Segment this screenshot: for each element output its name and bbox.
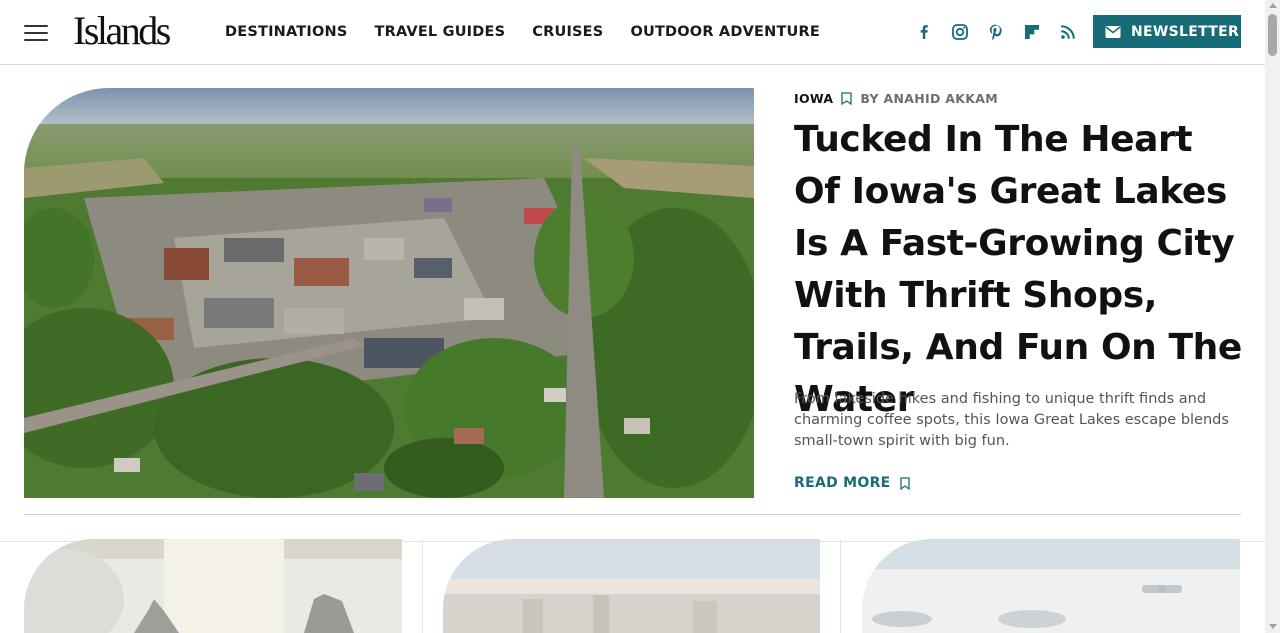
newsletter-button[interactable]: NEWSLETTER	[1093, 15, 1241, 48]
page-scrollbar[interactable]	[1265, 0, 1280, 633]
article-category[interactable]: IOWA	[794, 91, 833, 106]
scrollbar-thumb[interactable]	[1268, 14, 1277, 56]
bookmark-icon	[841, 92, 853, 105]
card-separator	[422, 539, 423, 633]
card-image-3[interactable]	[862, 539, 1240, 633]
nav-item-cruises[interactable]: CRUISES	[532, 22, 603, 42]
article-byline[interactable]: BY ANAHID AKKAM	[860, 91, 998, 106]
article-meta: IOWA BY ANAHID AKKAM	[794, 91, 998, 106]
instagram-icon[interactable]	[948, 20, 971, 43]
social-links	[912, 20, 1079, 43]
card-separator	[840, 539, 841, 633]
card-image-1[interactable]	[24, 539, 402, 633]
site-logo[interactable]: Islands	[73, 8, 171, 54]
flipboard-icon[interactable]	[1020, 20, 1043, 43]
pinterest-icon[interactable]	[984, 20, 1007, 43]
hamburger-menu-icon[interactable]	[24, 25, 48, 41]
facebook-icon[interactable]	[912, 20, 935, 43]
nav-item-destinations[interactable]: DESTINATIONS	[225, 22, 348, 42]
nav-item-travel-guides[interactable]: TRAVEL GUIDES	[375, 22, 506, 42]
rss-icon[interactable]	[1056, 20, 1079, 43]
newsletter-label: NEWSLETTER	[1131, 23, 1240, 40]
site-header: Islands DESTINATIONS TRAVEL GUIDES CRUIS…	[0, 0, 1265, 65]
featured-image[interactable]	[24, 88, 754, 498]
section-divider	[24, 514, 1241, 515]
read-more-label: READ MORE	[794, 475, 891, 491]
article-summary: From lakeside hikes and fishing to uniqu…	[794, 391, 1229, 449]
card-image-2[interactable]	[443, 539, 820, 633]
read-more-link[interactable]: READ MORE	[794, 475, 910, 491]
scroll-down-arrow-icon[interactable]	[1269, 624, 1277, 629]
main-nav: DESTINATIONS TRAVEL GUIDES CRUISES OUTDO…	[225, 22, 820, 42]
envelope-icon	[1105, 25, 1121, 38]
article-headline[interactable]: Tucked In The Heart Of Iowa's Great Lake…	[794, 114, 1244, 426]
nav-item-outdoor-adventure[interactable]: OUTDOOR ADVENTURE	[630, 22, 820, 42]
bookmark-icon	[899, 476, 910, 490]
scroll-up-arrow-icon[interactable]	[1269, 3, 1277, 8]
